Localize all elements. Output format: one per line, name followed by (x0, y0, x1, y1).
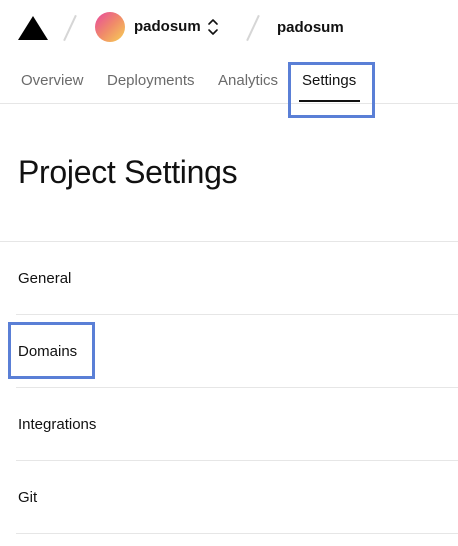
tab-analytics[interactable]: Analytics (218, 72, 278, 89)
settings-nav-integrations[interactable]: Integrations (16, 388, 458, 461)
settings-nav-git[interactable]: Git (16, 461, 458, 534)
breadcrumb-separator (63, 14, 77, 42)
tabs-divider (0, 103, 458, 104)
settings-nav-domains[interactable]: Domains (16, 315, 458, 388)
project-name[interactable]: padosum (277, 19, 344, 36)
breadcrumb-separator (246, 14, 260, 42)
avatar[interactable] (95, 12, 125, 42)
chevron-up-down-icon[interactable] (207, 17, 219, 37)
settings-nav-label: Git (18, 489, 38, 506)
settings-nav-general[interactable]: General (16, 242, 458, 315)
tab-deployments[interactable]: Deployments (107, 72, 195, 89)
page-title: Project Settings (18, 154, 238, 190)
page: padosum padosum Overview Deployments Ana… (0, 0, 458, 546)
settings-nav-label: Integrations (18, 416, 97, 433)
tab-overview[interactable]: Overview (21, 72, 84, 89)
settings-tab-highlight (288, 62, 375, 118)
triangle-logo-icon[interactable] (18, 16, 48, 40)
settings-nav-label: General (18, 270, 72, 287)
tab-settings[interactable]: Settings (302, 72, 356, 89)
active-tab-indicator (299, 100, 360, 102)
settings-nav-label: Domains (18, 343, 78, 360)
scope-name[interactable]: padosum (134, 18, 201, 35)
